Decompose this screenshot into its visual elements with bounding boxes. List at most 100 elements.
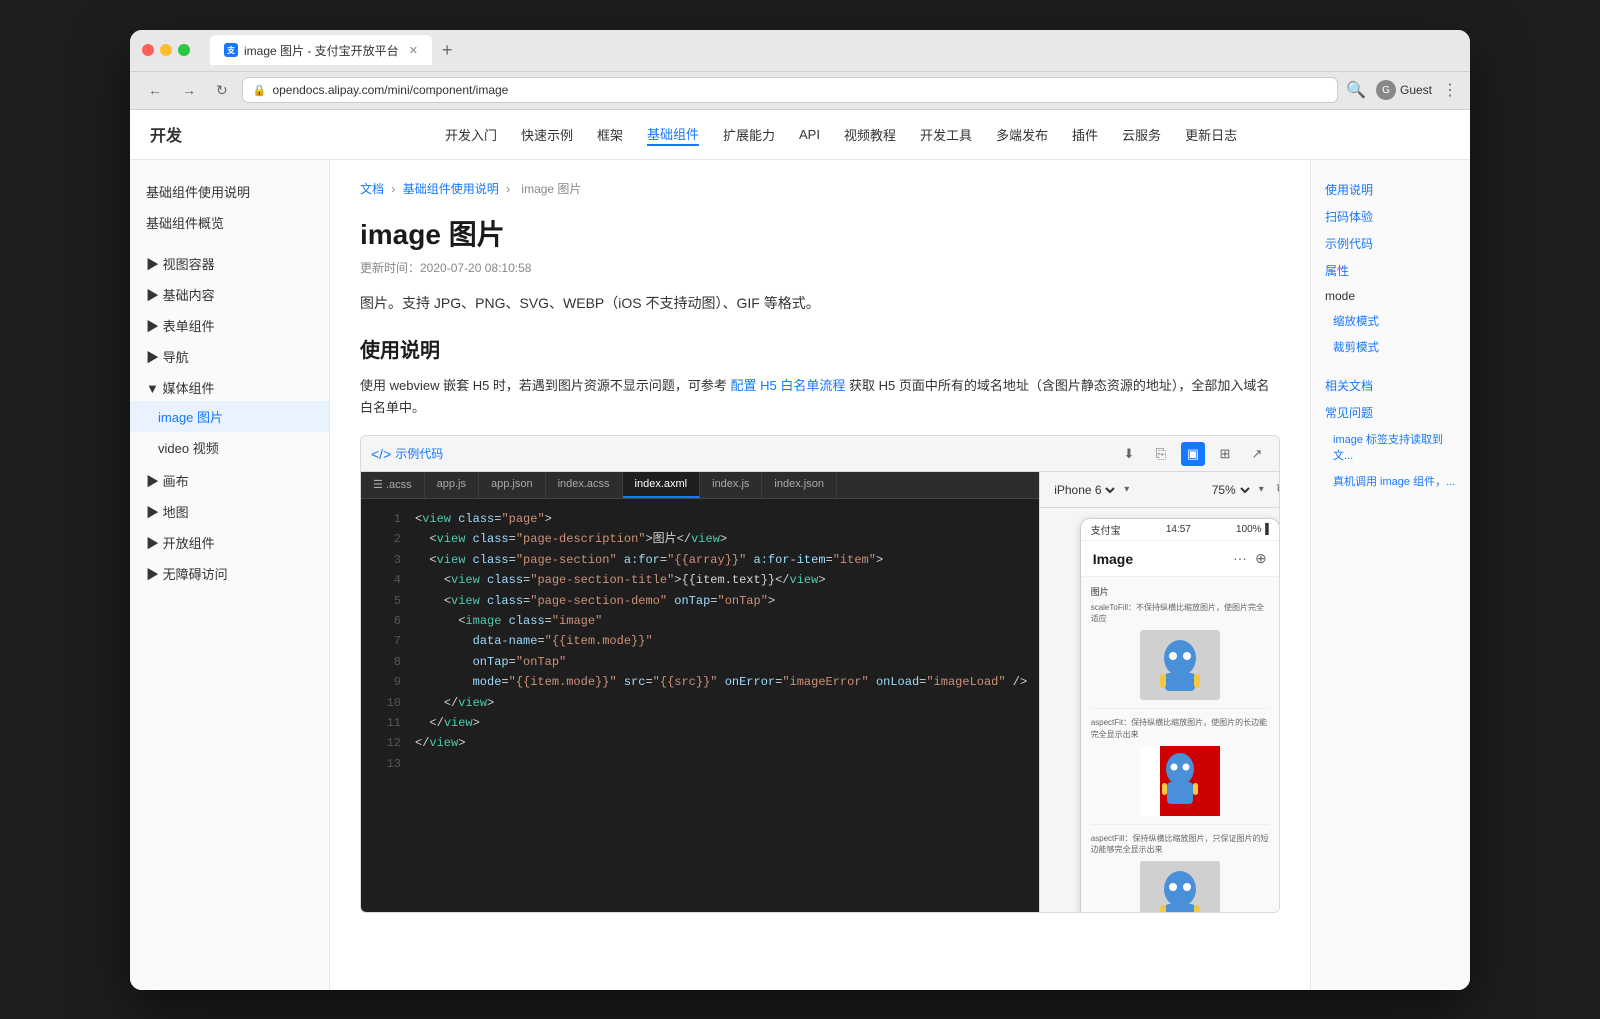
sidebar-group-canvas[interactable]: ▶ 画布 (130, 463, 329, 494)
traffic-lights (142, 44, 190, 56)
code-area: ☰ .acss app.js app.json index.acss index… (361, 472, 1039, 912)
sidebar-group-media[interactable]: ▼ 媒体组件 (130, 370, 329, 401)
img-section-aspectfill: aspectFill：保持纵横比缩放图片，只保证图片的短边能够完全显示出来 (1091, 833, 1269, 912)
sidebar-group-content[interactable]: ▶ 基础内容 (130, 277, 329, 308)
code-line-2: 2 <view class="page-description">图片</vie… (361, 529, 1039, 549)
forward-button[interactable]: → (176, 80, 202, 100)
code-line-4: 4 <view class="page-section-title">{{ite… (361, 570, 1039, 590)
sidebar-item-overview[interactable]: 基础组件概览 (130, 207, 329, 238)
file-tab-app-js[interactable]: app.js (425, 472, 479, 498)
right-sidebar-example-code[interactable]: 示例代码 (1311, 230, 1470, 257)
phone-container: 支付宝 14:57 100%▐ Image ··· ⊕ (1040, 508, 1280, 912)
nav-item-extension[interactable]: 扩展能力 (723, 123, 775, 146)
link-config-h5[interactable]: 配置 H5 白名单流程 (731, 378, 846, 393)
right-sidebar-related[interactable]: 相关文档 (1311, 372, 1470, 399)
nav-item-basic-components[interactable]: 基础组件 (647, 122, 699, 146)
right-sidebar-faq-1[interactable]: image 标签支持读取到文... (1311, 426, 1470, 468)
right-sidebar-faq-2[interactable]: 真机调用 image 组件，... (1311, 468, 1470, 494)
breadcrumb-doc[interactable]: 文档 (360, 182, 384, 196)
sidebar-group-view[interactable]: ▶ 视图容器 (130, 246, 329, 277)
url-bar[interactable]: 🔒 opendocs.alipay.com/mini/component/ima… (242, 77, 1338, 103)
breadcrumb-current: image 图片 (521, 182, 581, 196)
share-button[interactable]: ↗ (1245, 442, 1269, 466)
sidebar-item-usage[interactable]: 基础组件使用说明 (130, 176, 329, 207)
right-sidebar-scale[interactable]: 缩放模式 (1311, 308, 1470, 334)
scale-select[interactable]: 75% (1208, 482, 1253, 498)
nav-item-multi-publish[interactable]: 多端发布 (996, 123, 1048, 146)
tab-favicon: 支 (224, 43, 238, 57)
tab-bar: 支 image 图片 - 支付宝开放平台 ✕ + (210, 35, 458, 65)
sidebar-item-video[interactable]: video 视频 (130, 432, 329, 463)
main-content: 文档 › 基础组件使用说明 › image 图片 image 图片 更新时间：2… (330, 160, 1310, 990)
code-line-7: 7 data-name="{{item.mode}}" (361, 631, 1039, 651)
img-section-aspectfit: aspectFit：保持纵横比缩放图片，使图片的长边能完全显示出来 (1091, 717, 1269, 824)
file-tab-index-axml[interactable]: index.axml (623, 472, 701, 498)
file-tab-index-json[interactable]: index.json (762, 472, 837, 498)
tab-close-icon[interactable]: ✕ (409, 44, 418, 57)
site-logo[interactable]: 开发 (150, 122, 182, 146)
title-bar: 支 image 图片 - 支付宝开放平台 ✕ + (130, 30, 1470, 72)
url-text: opendocs.alipay.com/mini/component/image (272, 83, 508, 97)
nav-item-kaifa-rumen[interactable]: 开发入门 (445, 123, 497, 146)
right-sidebar-qrcode[interactable]: 扫码体验 (1311, 203, 1470, 230)
new-tab-button[interactable]: + (436, 40, 459, 61)
download-button[interactable]: ⬇ (1117, 442, 1141, 466)
file-tab-index-js[interactable]: index.js (700, 472, 762, 498)
breadcrumb-basic[interactable]: 基础组件使用说明 (403, 182, 499, 196)
code-line-10: 10 </view> (361, 693, 1039, 713)
robot-image-1 (1155, 638, 1205, 693)
minimize-button[interactable] (160, 44, 172, 56)
refresh-icon[interactable]: ↻ (1276, 481, 1280, 498)
file-tab-app-json[interactable]: app.json (479, 472, 546, 498)
right-sidebar-faq[interactable]: 常见问题 (1311, 399, 1470, 426)
nav-item-plugin[interactable]: 插件 (1072, 123, 1098, 146)
sidebar-group-form[interactable]: ▶ 表单组件 (130, 308, 329, 339)
code-line-1: 1 <view class="page"> (361, 509, 1039, 529)
right-sidebar-usage[interactable]: 使用说明 (1311, 176, 1470, 203)
browser-tab[interactable]: 支 image 图片 - 支付宝开放平台 ✕ (210, 35, 432, 65)
guest-label: Guest (1400, 83, 1432, 97)
address-bar: ← → ↻ 🔒 opendocs.alipay.com/mini/compone… (130, 72, 1470, 110)
maximize-button[interactable] (178, 44, 190, 56)
browser-window: 支 image 图片 - 支付宝开放平台 ✕ + ← → ↻ 🔒 opendoc… (130, 30, 1470, 990)
phone-desc-aspectfill: aspectFill：保持纵横比缩放图片，只保证图片的短边能够完全显示出来 (1091, 833, 1269, 855)
file-tab-menu[interactable]: ☰ .acss (361, 472, 425, 498)
phone-dots-icon[interactable]: ··· (1233, 550, 1247, 567)
nav-item-video-tutorial[interactable]: 视频教程 (844, 123, 896, 146)
device-select[interactable]: iPhone 6 iPhone (1050, 482, 1118, 498)
code-line-5: 5 <view class="page-section-demo" onTap=… (361, 591, 1039, 611)
sidebar-item-image[interactable]: image 图片 (130, 401, 329, 432)
img-section-scaletofill: scaleToFill：不保持纵横比缩放图片，使图片完全适应 (1091, 602, 1269, 709)
nav-item-cloud[interactable]: 云服务 (1122, 123, 1161, 146)
right-sidebar-crop[interactable]: 裁剪模式 (1311, 334, 1470, 360)
nav-item-api[interactable]: API (799, 125, 820, 144)
preview-toolbar: iPhone 6 iPhone ▾ 75% ▾ ↻ ⊞ (1040, 472, 1280, 508)
code-line-9: 9 mode="{{item.mode}}" src="{{src}}" onE… (361, 672, 1039, 692)
demo-box: </> 示例代码 ⬇ ⎘ ▣ ⊞ ↗ (360, 435, 1280, 913)
nav-item-quick-example[interactable]: 快速示例 (521, 123, 573, 146)
phone-nav-bar: Image ··· ⊕ (1081, 541, 1279, 577)
address-right-controls: 🔍 G Guest ⋮ (1346, 80, 1458, 100)
nav-item-changelog[interactable]: 更新日志 (1185, 123, 1237, 146)
search-icon[interactable]: 🔍 (1346, 80, 1366, 100)
file-tab-index-acss[interactable]: index.acss (546, 472, 623, 498)
close-button[interactable] (142, 44, 154, 56)
nav-item-framework[interactable]: 框架 (597, 123, 623, 146)
right-sidebar-props[interactable]: 属性 (1311, 257, 1470, 284)
sidebar-group-a11y[interactable]: ▶ 无障碍访问 (130, 556, 329, 587)
grid-button[interactable]: ⊞ (1213, 442, 1237, 466)
sidebar-group-open[interactable]: ▶ 开放组件 (130, 525, 329, 556)
robot-image-3 (1155, 869, 1205, 912)
nav-item-dev-tools[interactable]: 开发工具 (920, 123, 972, 146)
content-area: 基础组件使用说明 基础组件概览 ▶ 视图容器 ▶ 基础内容 ▶ 表单组件 ▶ 导… (130, 160, 1470, 990)
menu-icon[interactable]: ⋮ (1442, 80, 1458, 100)
split-view-button[interactable]: ▣ (1181, 442, 1205, 466)
phone-share-icon[interactable]: ⊕ (1255, 550, 1267, 567)
profile-button[interactable]: G Guest (1376, 80, 1432, 100)
code-line-12: 12 </view> (361, 733, 1039, 753)
back-button[interactable]: ← (142, 80, 168, 100)
sidebar-group-map[interactable]: ▶ 地图 (130, 494, 329, 525)
reload-button[interactable]: ↻ (210, 80, 234, 101)
copy-button[interactable]: ⎘ (1149, 442, 1173, 466)
sidebar-group-nav[interactable]: ▶ 导航 (130, 339, 329, 370)
